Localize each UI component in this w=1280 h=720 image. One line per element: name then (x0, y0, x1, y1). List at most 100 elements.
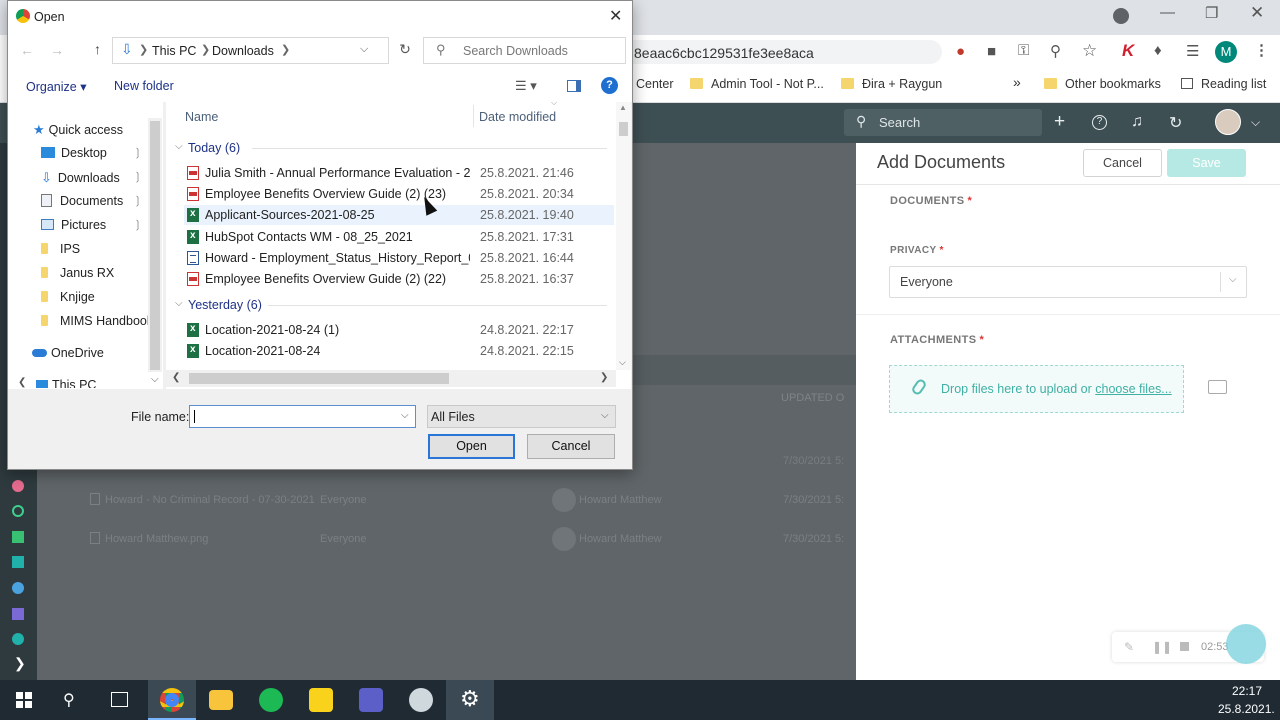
privacy-select[interactable]: Everyone ⌵ (889, 266, 1247, 298)
reading-list[interactable]: Reading list (1181, 77, 1266, 91)
nav-janus-rx[interactable]: Janus RX (41, 266, 114, 288)
bookmark-jira-raygun[interactable]: Đira + Raygun (841, 77, 942, 91)
nav-onedrive[interactable]: OneDrive (32, 346, 104, 368)
help-icon[interactable]: ? (601, 77, 618, 94)
column-date-modified[interactable]: Date modified (479, 110, 556, 124)
file-hscrollbar[interactable]: ❮ ❯ (166, 370, 616, 387)
forward-icon[interactable]: → (50, 42, 64, 58)
profile-indicator-icon[interactable] (1113, 8, 1129, 24)
back-icon[interactable]: ← (20, 42, 34, 58)
choose-files-link[interactable]: choose files... (1095, 382, 1171, 396)
expand-sidebar-icon[interactable]: ❯ (14, 655, 26, 672)
up-icon[interactable]: ↑ (94, 41, 101, 57)
zoom-icon[interactable]: ⚲ (1050, 42, 1061, 60)
sidebar-icon[interactable] (12, 608, 24, 620)
group-today[interactable]: Today (6) (188, 141, 240, 155)
file-row-hover[interactable]: Applicant-Sources-2021-08-25 25.8.2021. … (184, 205, 614, 225)
k-extension-icon[interactable]: K (1122, 41, 1134, 61)
settings-icon[interactable]: ⚙ (460, 686, 480, 712)
file-row[interactable]: Employee Benefits Overview Guide (2) (23… (184, 184, 614, 204)
group-collapse-icon[interactable]: ⌵ (175, 141, 183, 152)
spotify-icon[interactable] (259, 688, 283, 712)
nav-desktop[interactable]: Desktop ❳ (41, 146, 142, 168)
refresh-icon[interactable]: ↻ (390, 41, 420, 61)
star-icon[interactable]: ☆ (1082, 41, 1097, 61)
bookmarks-overflow[interactable]: » (1013, 74, 1021, 90)
nav-this-pc[interactable]: This PC (36, 378, 96, 388)
column-name[interactable]: Name (185, 110, 218, 124)
camera-icon[interactable]: ■ (987, 43, 996, 60)
dropzone[interactable]: Drop files here to upload or choose file… (889, 365, 1184, 413)
key-icon[interactable]: ⚿ (1018, 42, 1029, 59)
nav-mims-handbook[interactable]: MIMS Handbool (41, 314, 148, 336)
file-hscroll-thumb[interactable] (189, 373, 449, 384)
panel-save-button[interactable]: Save (1167, 149, 1246, 177)
search-icon[interactable]: ⚲ (63, 690, 75, 710)
file-row[interactable]: Howard - Employment_Status_History_Repor… (184, 248, 614, 268)
column-updated[interactable]: UPDATED O (781, 392, 844, 404)
sticky-notes-icon[interactable] (309, 688, 333, 712)
file-row[interactable]: Julia Smith - Annual Performance Evaluat… (184, 163, 614, 183)
recorder-button[interactable] (1226, 624, 1266, 664)
panel-cancel-button[interactable]: Cancel (1083, 149, 1162, 177)
task-view-icon[interactable] (111, 692, 128, 707)
add-icon[interactable]: + (1054, 111, 1065, 133)
teams-icon[interactable] (359, 688, 383, 712)
new-folder-button[interactable]: New folder (114, 79, 174, 93)
restore-icon[interactable]: ❐ (1205, 4, 1218, 22)
start-icon[interactable] (16, 692, 32, 708)
file-row[interactable]: HubSpot Contacts WM - 08_25_2021 25.8.20… (184, 227, 614, 247)
camera-icon[interactable] (1208, 380, 1227, 394)
chevron-down-icon[interactable]: ⌵ (1251, 115, 1260, 130)
bookmark-center[interactable]: Center (636, 77, 674, 91)
background-row[interactable]: Howard Matthew.png Everyone Howard Matth… (37, 527, 856, 551)
file-type-select[interactable]: All Files ⌵ (427, 405, 616, 428)
help-icon[interactable]: ? (1092, 115, 1107, 130)
search-input[interactable]: ⚲ Search Downloads (423, 37, 626, 64)
background-row[interactable]: Howard - No Criminal Record - 07-30-2021… (37, 488, 856, 512)
app-search-input[interactable]: ⚲ Search (844, 109, 1042, 136)
group-collapse-icon[interactable]: ⌵ (175, 298, 183, 309)
nav-scrollbar[interactable] (148, 118, 162, 372)
profile-avatar[interactable]: M (1215, 41, 1237, 63)
close-window-icon[interactable]: ✕ (1250, 3, 1264, 23)
nav-ips[interactable]: IPS (41, 242, 80, 264)
scroll-down-icon[interactable]: ⌵ (619, 357, 626, 368)
preview-pane-icon[interactable] (567, 80, 581, 92)
pause-icon[interactable]: ❚❚ (1152, 640, 1172, 654)
address-bar[interactable]: 8eaac6cbc129531fe3ee8aca (600, 40, 942, 64)
nav-pictures[interactable]: Pictures ❳ (41, 218, 142, 240)
breadcrumb[interactable]: ⇩ ❯ This PC ❯ Downloads ❯ ⌵ (112, 37, 389, 64)
close-icon[interactable]: ✕ (609, 6, 622, 26)
pen-icon[interactable]: ✎ (1124, 640, 1134, 654)
clock-app-icon[interactable] (409, 688, 433, 712)
sidebar-icon[interactable] (12, 582, 24, 594)
bookmark-admin-tool[interactable]: Admin Tool - Not P... (690, 77, 824, 91)
sidebar-icon[interactable] (12, 531, 24, 543)
file-scroll-thumb[interactable] (619, 122, 628, 136)
stop-icon[interactable] (1180, 642, 1189, 651)
scroll-up-icon[interactable]: ▲ (619, 103, 627, 112)
cancel-button[interactable]: Cancel (527, 434, 615, 459)
chevron-down-icon[interactable]: ⌵ (401, 410, 409, 421)
file-vscrollbar[interactable]: ▲ ⌵ (616, 102, 631, 370)
chrome-icon[interactable] (160, 688, 184, 712)
minimize-icon[interactable]: — (1160, 4, 1175, 21)
scroll-right-icon[interactable]: ❯ (600, 372, 608, 383)
nav-scroll-left-icon[interactable]: ❮ (18, 377, 26, 388)
organize-button[interactable]: Organize ▾ (26, 79, 86, 94)
file-explorer-icon[interactable] (209, 690, 233, 710)
breadcrumb-downloads[interactable]: Downloads (212, 44, 274, 58)
sidebar-icon[interactable] (12, 480, 24, 492)
scroll-left-icon[interactable]: ❮ (172, 372, 180, 383)
bookmark-other[interactable]: Other bookmarks (1044, 77, 1161, 91)
file-row[interactable]: Location-2021-08-24 (1) 24.8.2021. 22:17 (184, 320, 614, 340)
menu-icon[interactable]: ⋮ (1254, 41, 1269, 59)
media-icon[interactable]: ☰ (1186, 42, 1199, 60)
sidebar-icon[interactable] (12, 633, 24, 645)
file-name-input[interactable]: ⌵ (189, 405, 416, 428)
chevron-down-icon[interactable]: ⌵ (360, 43, 368, 56)
view-options-icon[interactable]: ☰ ▾ (515, 78, 537, 94)
nav-quick-access[interactable]: ★ Quick access (33, 122, 123, 144)
nav-knjige[interactable]: Knjige (41, 290, 95, 312)
